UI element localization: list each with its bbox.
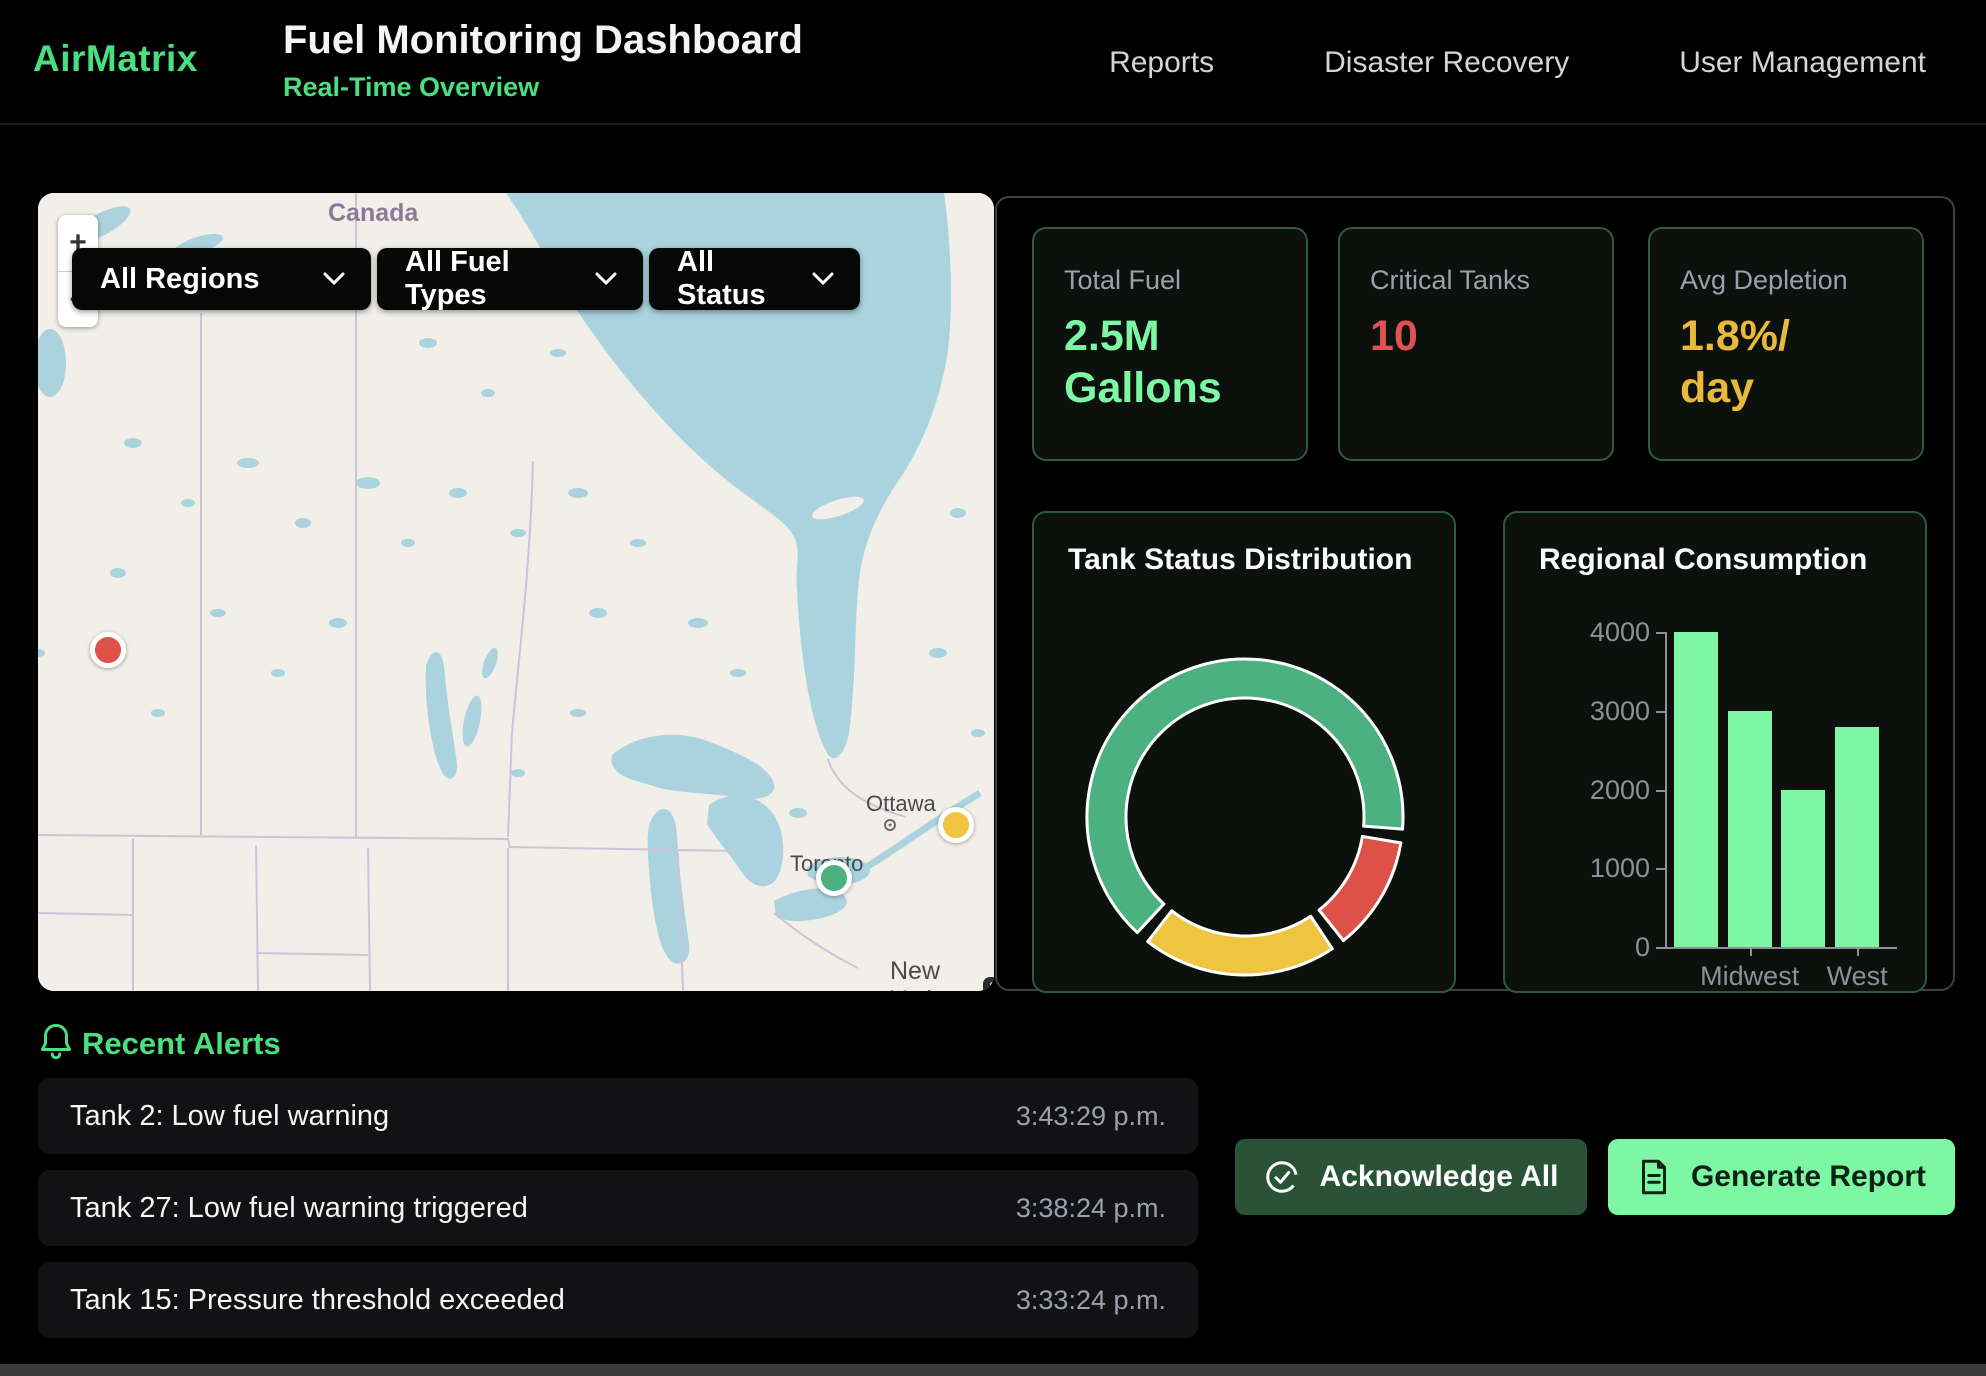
- map-marker-critical[interactable]: [90, 632, 126, 668]
- app-header: AirMatrix Fuel Monitoring Dashboard Real…: [0, 0, 1986, 125]
- alert-text: Tank 15: Pressure threshold exceeded: [70, 1284, 565, 1317]
- status-filter-dropdown[interactable]: All Status: [649, 248, 860, 310]
- tank-status-chart-card: Tank Status Distribution: [1032, 511, 1456, 993]
- map-marker-normal[interactable]: [816, 860, 852, 896]
- fuel-type-filter-value: All Fuel Types: [405, 246, 577, 312]
- bar-3: [1835, 727, 1879, 948]
- check-circle-icon: [1264, 1159, 1300, 1195]
- stat-value: 10: [1370, 310, 1582, 362]
- stat-card-total-fuel: Total Fuel 2.5M Gallons: [1032, 227, 1308, 461]
- bar-2: [1781, 790, 1825, 948]
- alert-timestamp: 3:43:29 p.m.: [1016, 1101, 1166, 1132]
- donut-chart: [1034, 513, 1458, 995]
- nav-reports[interactable]: Reports: [1109, 46, 1214, 80]
- dashboard-root: AirMatrix Fuel Monitoring Dashboard Real…: [0, 0, 1986, 1376]
- alert-text: Tank 2: Low fuel warning: [70, 1100, 389, 1133]
- alert-row[interactable]: Tank 15: Pressure threshold exceeded 3:3…: [38, 1262, 1198, 1338]
- y-tick-label: 0: [1530, 932, 1650, 963]
- main-nav: Reports Disaster Recovery User Managemen…: [1109, 0, 1926, 125]
- alerts-heading: Recent Alerts: [82, 1026, 281, 1062]
- stat-card-critical-tanks: Critical Tanks 10: [1338, 227, 1614, 461]
- y-tick-label: 1000: [1530, 853, 1650, 884]
- map-label-canada: Canada: [328, 199, 418, 228]
- region-filter-value: All Regions: [100, 263, 260, 296]
- chevron-down-icon: [812, 272, 834, 286]
- region-filter-dropdown[interactable]: All Regions: [72, 248, 371, 310]
- chart-title: Tank Status Distribution: [1068, 543, 1412, 577]
- stat-value: 1.8%/ day: [1680, 310, 1892, 415]
- page-title: Fuel Monitoring Dashboard: [283, 18, 803, 63]
- alert-timestamp: 3:38:24 p.m.: [1016, 1193, 1166, 1224]
- map-filter-row: All Regions All Fuel Types All Status: [72, 248, 860, 310]
- nav-user-management[interactable]: User Management: [1679, 46, 1926, 80]
- nav-disaster-recovery[interactable]: Disaster Recovery: [1324, 46, 1569, 80]
- brand-logo: AirMatrix: [33, 38, 198, 80]
- y-tick-label: 2000: [1530, 775, 1650, 806]
- status-filter-value: All Status: [677, 246, 794, 312]
- y-tick-label: 4000: [1530, 617, 1650, 648]
- alert-text: Tank 27: Low fuel warning triggered: [70, 1192, 528, 1225]
- acknowledge-all-button[interactable]: Acknowledge All: [1235, 1139, 1587, 1215]
- map-marker-warning[interactable]: [938, 807, 974, 843]
- x-tick-label: West: [1777, 961, 1937, 992]
- alert-row[interactable]: Tank 2: Low fuel warning 3:43:29 p.m.: [38, 1078, 1198, 1154]
- generate-report-label: Generate Report: [1691, 1160, 1926, 1194]
- document-icon: [1637, 1159, 1671, 1195]
- stat-card-avg-depletion: Avg Depletion 1.8%/ day: [1648, 227, 1924, 461]
- regional-consumption-chart-card: Regional Consumption 01000200030004000Mi…: [1503, 511, 1927, 993]
- bell-icon: [38, 1022, 74, 1062]
- map-label-newyork: New York: [890, 957, 994, 991]
- map-label-ottawa: Ottawa: [866, 791, 936, 817]
- alert-row[interactable]: Tank 27: Low fuel warning triggered 3:38…: [38, 1170, 1198, 1246]
- map-resize-handle[interactable]: [983, 977, 994, 991]
- generate-report-button[interactable]: Generate Report: [1608, 1139, 1955, 1215]
- alert-timestamp: 3:33:24 p.m.: [1016, 1285, 1166, 1316]
- acknowledge-all-label: Acknowledge All: [1320, 1160, 1559, 1194]
- fuel-type-filter-dropdown[interactable]: All Fuel Types: [377, 248, 643, 310]
- page-subtitle: Real-Time Overview: [283, 72, 539, 103]
- chevron-down-icon: [595, 272, 617, 286]
- bar-1: [1728, 711, 1772, 947]
- stat-value: 2.5M Gallons: [1064, 310, 1276, 415]
- metrics-panel: Total Fuel 2.5M Gallons Critical Tanks 1…: [995, 196, 1955, 991]
- bottom-scrollbar[interactable]: [0, 1364, 1986, 1376]
- chevron-down-icon: [323, 272, 345, 286]
- stat-label: Critical Tanks: [1370, 265, 1582, 296]
- map-panel[interactable]: Canada Ottawa Toronto New York + − All R…: [38, 193, 994, 991]
- bar-0: [1674, 632, 1718, 947]
- stat-label: Avg Depletion: [1680, 265, 1892, 296]
- bar-chart: 01000200030004000MidwestWest: [1505, 513, 1929, 995]
- y-tick-label: 3000: [1530, 696, 1650, 727]
- stat-label: Total Fuel: [1064, 265, 1276, 296]
